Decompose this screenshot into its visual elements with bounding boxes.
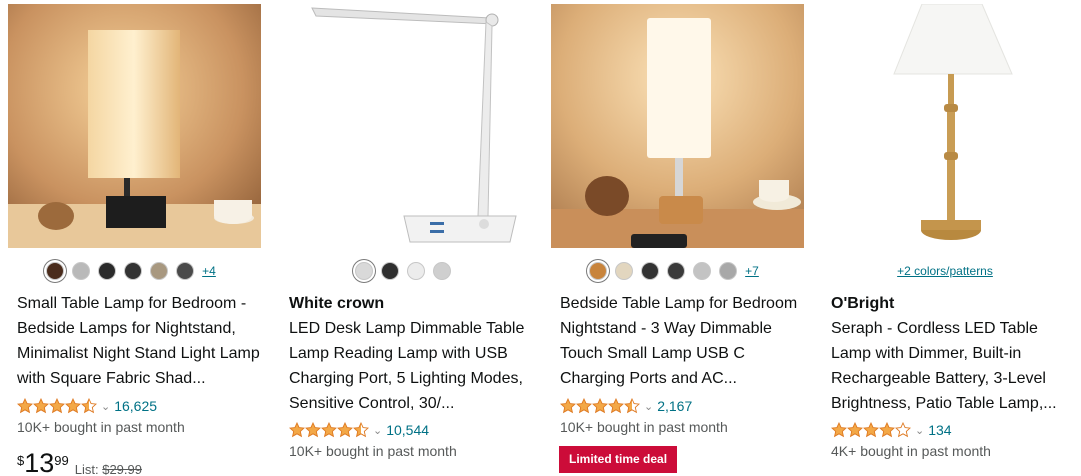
star-icon (337, 422, 353, 438)
product-image[interactable] (280, 4, 533, 248)
star-rating[interactable] (560, 398, 640, 414)
color-swatches (272, 260, 534, 282)
product-image[interactable] (822, 4, 1075, 248)
chevron-down-icon[interactable]: ⌄ (644, 400, 653, 413)
star-icon (863, 422, 879, 438)
color-swatches: +4 (0, 260, 262, 282)
star-icon (847, 422, 863, 438)
price: $ 13 99 List: $29.99 (17, 448, 142, 476)
rating-count[interactable]: 10,544 (386, 422, 429, 438)
star-rating[interactable] (17, 398, 97, 414)
star-icon (895, 422, 911, 438)
color-swatch[interactable] (589, 262, 608, 280)
color-swatch[interactable] (98, 262, 117, 280)
rating-count[interactable]: 134 (928, 422, 951, 438)
product-title[interactable]: O'Bright Seraph - Cordless LED Table Lam… (831, 291, 1076, 416)
product-title-text[interactable]: Seraph - Cordless LED Table Lamp with Di… (831, 320, 1057, 412)
more-colors-link[interactable]: +4 (202, 264, 216, 278)
product-title-text[interactable]: LED Desk Lamp Dimmable Table Lamp Readin… (289, 320, 524, 412)
color-swatch[interactable] (124, 262, 143, 280)
color-swatch[interactable] (693, 262, 712, 280)
rating-row: ⌄ 10,544 (289, 420, 429, 440)
color-swatch[interactable] (615, 262, 634, 280)
star-icon (353, 422, 369, 438)
chevron-down-icon[interactable]: ⌄ (101, 400, 110, 413)
product-card[interactable]: +2 colors/patterns O'Bright Seraph - Cor… (814, 0, 1076, 476)
product-grid: +4 Small Table Lamp for Bedroom - Bedsid… (0, 0, 1081, 476)
color-swatch[interactable] (72, 262, 91, 280)
price-whole: 13 (24, 448, 55, 476)
star-rating[interactable] (289, 422, 369, 438)
chevron-down-icon[interactable]: ⌄ (373, 424, 382, 437)
color-swatch[interactable] (381, 262, 399, 280)
more-colors-link[interactable]: +7 (745, 264, 759, 278)
star-icon (576, 398, 592, 414)
color-swatch[interactable] (433, 262, 451, 280)
product-card[interactable]: +7 Bedside Table Lamp for Bedroom Nights… (543, 0, 805, 476)
star-icon (33, 398, 49, 414)
star-icon (608, 398, 624, 414)
brand-name: White crown (289, 295, 385, 312)
product-title[interactable]: Bedside Table Lamp for Bedroom Nightstan… (560, 291, 805, 391)
bought-count: 4K+ bought in past month (831, 443, 991, 459)
star-icon (65, 398, 81, 414)
product-title[interactable]: Small Table Lamp for Bedroom - Bedside L… (17, 291, 262, 391)
product-image[interactable] (551, 4, 804, 248)
price-currency: $ (17, 453, 25, 468)
bought-count: 10K+ bought in past month (289, 443, 457, 459)
bought-count: 10K+ bought in past month (560, 419, 728, 435)
chevron-down-icon[interactable]: ⌄ (915, 424, 924, 437)
star-icon (560, 398, 576, 414)
product-card[interactable]: White crown LED Desk Lamp Dimmable Table… (272, 0, 534, 476)
more-colors-link[interactable]: +2 colors/patterns (897, 264, 993, 278)
star-icon (321, 422, 337, 438)
color-swatches: +7 (543, 260, 805, 282)
color-swatch[interactable] (176, 262, 195, 280)
color-swatch[interactable] (46, 262, 65, 280)
star-icon (81, 398, 97, 414)
star-icon (592, 398, 608, 414)
brand-name: O'Bright (831, 295, 895, 312)
rating-row: ⌄ 16,625 (17, 396, 157, 416)
price-fraction: 99 (54, 453, 69, 468)
color-swatch[interactable] (355, 262, 373, 280)
star-rating[interactable] (831, 422, 911, 438)
list-price-label: List: (74, 462, 99, 476)
product-image[interactable] (8, 4, 261, 248)
star-icon (624, 398, 640, 414)
color-swatch[interactable] (150, 262, 169, 280)
bought-count: 10K+ bought in past month (17, 419, 185, 435)
rating-count[interactable]: 16,625 (114, 398, 157, 414)
color-swatch[interactable] (407, 262, 425, 280)
color-swatch[interactable] (641, 262, 660, 280)
list-price-value: $29.99 (102, 462, 142, 476)
product-title[interactable]: White crown LED Desk Lamp Dimmable Table… (289, 291, 534, 416)
color-swatch[interactable] (667, 262, 686, 280)
rating-count[interactable]: 2,167 (657, 398, 692, 414)
rating-row: ⌄ 134 (831, 420, 952, 440)
color-swatch[interactable] (719, 262, 738, 280)
rating-row: ⌄ 2,167 (560, 396, 692, 416)
product-card[interactable]: +4 Small Table Lamp for Bedroom - Bedsid… (0, 0, 262, 476)
limited-deal-badge: Limited time deal (559, 446, 678, 473)
list-price: List: $29.99 (75, 462, 142, 476)
star-icon (289, 422, 305, 438)
star-icon (831, 422, 847, 438)
star-icon (305, 422, 321, 438)
star-icon (49, 398, 65, 414)
color-swatches: +2 colors/patterns (814, 260, 1076, 282)
star-icon (17, 398, 33, 414)
star-icon (879, 422, 895, 438)
